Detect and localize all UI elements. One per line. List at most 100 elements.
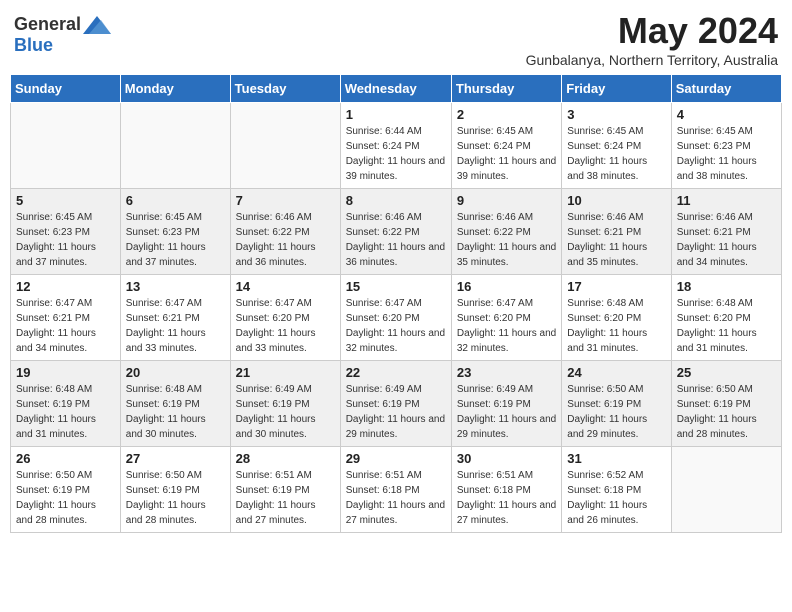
table-row: 4Sunrise: 6:45 AMSunset: 6:23 PMDaylight… — [671, 103, 781, 189]
day-info: Sunrise: 6:50 AMSunset: 6:19 PMDaylight:… — [567, 382, 665, 442]
sunset-text: Sunset: 6:19 PM — [16, 483, 115, 498]
daylight-text: Daylight: 11 hours and 29 minutes. — [567, 412, 665, 442]
header-friday: Friday — [562, 75, 671, 103]
day-number: 5 — [16, 193, 115, 208]
table-row: 8 Sunrise: 6:46 AMSunset: 6:22 PMDaylight… — [340, 189, 451, 275]
daylight-text: Daylight: 11 hours and 31 minutes. — [677, 326, 776, 356]
calendar-week-row: 12Sunrise: 6:47 AMSunset: 6:21 PMDayligh… — [11, 275, 782, 361]
sunrise-text: Sunrise: 6:49 AM — [457, 382, 556, 397]
table-row: 20Sunrise: 6:48 AMSunset: 6:19 PMDayligh… — [120, 361, 230, 447]
logo: General Blue — [14, 14, 111, 56]
table-row — [120, 103, 230, 189]
header-saturday: Saturday — [671, 75, 781, 103]
location-subtitle: Gunbalanya, Northern Territory, Australi… — [526, 52, 778, 68]
sunset-text: Sunset: 6:20 PM — [346, 311, 446, 326]
table-row: 16Sunrise: 6:47 AMSunset: 6:20 PMDayligh… — [451, 275, 561, 361]
daylight-text: Daylight: 11 hours and 31 minutes. — [567, 326, 665, 356]
logo-general-text: General — [14, 14, 81, 35]
day-number: 12 — [16, 279, 115, 294]
day-number: 19 — [16, 365, 115, 380]
sunset-text: Sunset: 6:18 PM — [457, 483, 556, 498]
day-number: 17 — [567, 279, 665, 294]
table-row: 12Sunrise: 6:47 AMSunset: 6:21 PMDayligh… — [11, 275, 121, 361]
sunset-text: Sunset: 6:19 PM — [346, 397, 446, 412]
table-row: 24Sunrise: 6:50 AMSunset: 6:19 PMDayligh… — [562, 361, 671, 447]
header-tuesday: Tuesday — [230, 75, 340, 103]
day-number: 8 — [346, 193, 446, 208]
day-number: 20 — [126, 365, 225, 380]
table-row: 23Sunrise: 6:49 AMSunset: 6:19 PMDayligh… — [451, 361, 561, 447]
day-info: Sunrise: 6:46 AMSunset: 6:22 PMDaylight:… — [236, 210, 335, 270]
sunrise-text: Sunrise: 6:51 AM — [457, 468, 556, 483]
table-row: 19Sunrise: 6:48 AMSunset: 6:19 PMDayligh… — [11, 361, 121, 447]
table-row: 3Sunrise: 6:45 AMSunset: 6:24 PMDaylight… — [562, 103, 671, 189]
daylight-text: Daylight: 11 hours and 33 minutes. — [126, 326, 225, 356]
daylight-text: Daylight: 11 hours and 36 minutes. — [236, 240, 335, 270]
sunset-text: Sunset: 6:23 PM — [16, 225, 115, 240]
daylight-text: Daylight: 11 hours and 32 minutes. — [346, 326, 446, 356]
table-row: 25Sunrise: 6:50 AMSunset: 6:19 PMDayligh… — [671, 361, 781, 447]
daylight-text: Daylight: 11 hours and 29 minutes. — [346, 412, 446, 442]
sunrise-text: Sunrise: 6:45 AM — [457, 124, 556, 139]
sunset-text: Sunset: 6:21 PM — [16, 311, 115, 326]
table-row: 13Sunrise: 6:47 AMSunset: 6:21 PMDayligh… — [120, 275, 230, 361]
logo-icon — [83, 16, 111, 34]
day-info: Sunrise: 6:47 AMSunset: 6:20 PMDaylight:… — [457, 296, 556, 356]
table-row: 14Sunrise: 6:47 AMSunset: 6:20 PMDayligh… — [230, 275, 340, 361]
header-monday: Monday — [120, 75, 230, 103]
table-row — [11, 103, 121, 189]
daylight-text: Daylight: 11 hours and 27 minutes. — [346, 498, 446, 528]
day-info: Sunrise: 6:46 AMSunset: 6:21 PMDaylight:… — [677, 210, 776, 270]
sunrise-text: Sunrise: 6:48 AM — [567, 296, 665, 311]
table-row: 29Sunrise: 6:51 AMSunset: 6:18 PMDayligh… — [340, 447, 451, 533]
day-info: Sunrise: 6:45 AMSunset: 6:23 PMDaylight:… — [126, 210, 225, 270]
sunset-text: Sunset: 6:19 PM — [677, 397, 776, 412]
table-row: 31Sunrise: 6:52 AMSunset: 6:18 PMDayligh… — [562, 447, 671, 533]
daylight-text: Daylight: 11 hours and 28 minutes. — [677, 412, 776, 442]
day-number: 4 — [677, 107, 776, 122]
header-wednesday: Wednesday — [340, 75, 451, 103]
day-info: Sunrise: 6:49 AMSunset: 6:19 PMDaylight:… — [346, 382, 446, 442]
calendar-table: Sunday Monday Tuesday Wednesday Thursday… — [10, 74, 782, 533]
day-info: Sunrise: 6:50 AMSunset: 6:19 PMDaylight:… — [126, 468, 225, 528]
title-area: May 2024 Gunbalanya, Northern Territory,… — [526, 10, 778, 68]
table-row: 17Sunrise: 6:48 AMSunset: 6:20 PMDayligh… — [562, 275, 671, 361]
daylight-text: Daylight: 11 hours and 37 minutes. — [126, 240, 225, 270]
daylight-text: Daylight: 11 hours and 26 minutes. — [567, 498, 665, 528]
sunrise-text: Sunrise: 6:50 AM — [126, 468, 225, 483]
day-info: Sunrise: 6:51 AMSunset: 6:19 PMDaylight:… — [236, 468, 335, 528]
daylight-text: Daylight: 11 hours and 35 minutes. — [567, 240, 665, 270]
day-number: 1 — [346, 107, 446, 122]
daylight-text: Daylight: 11 hours and 39 minutes. — [457, 154, 556, 184]
day-info: Sunrise: 6:46 AMSunset: 6:22 PMDaylight:… — [346, 210, 446, 270]
sunrise-text: Sunrise: 6:48 AM — [126, 382, 225, 397]
day-number: 10 — [567, 193, 665, 208]
daylight-text: Daylight: 11 hours and 27 minutes. — [236, 498, 335, 528]
day-info: Sunrise: 6:48 AMSunset: 6:20 PMDaylight:… — [677, 296, 776, 356]
day-info: Sunrise: 6:45 AMSunset: 6:24 PMDaylight:… — [567, 124, 665, 184]
table-row — [230, 103, 340, 189]
day-info: Sunrise: 6:46 AMSunset: 6:21 PMDaylight:… — [567, 210, 665, 270]
sunrise-text: Sunrise: 6:45 AM — [16, 210, 115, 225]
sunset-text: Sunset: 6:21 PM — [567, 225, 665, 240]
sunrise-text: Sunrise: 6:49 AM — [236, 382, 335, 397]
daylight-text: Daylight: 11 hours and 38 minutes. — [567, 154, 665, 184]
table-row: 28Sunrise: 6:51 AMSunset: 6:19 PMDayligh… — [230, 447, 340, 533]
day-number: 6 — [126, 193, 225, 208]
table-row: 10 Sunrise: 6:46 AMSunset: 6:21 PMDayligh… — [562, 189, 671, 275]
daylight-text: Daylight: 11 hours and 33 minutes. — [236, 326, 335, 356]
sunset-text: Sunset: 6:21 PM — [677, 225, 776, 240]
day-number: 7 — [236, 193, 335, 208]
sunset-text: Sunset: 6:19 PM — [236, 483, 335, 498]
sunset-text: Sunset: 6:20 PM — [236, 311, 335, 326]
calendar-week-row: 5Sunrise: 6:45 AMSunset: 6:23 PMDaylight… — [11, 189, 782, 275]
daylight-text: Daylight: 11 hours and 28 minutes. — [16, 498, 115, 528]
sunset-text: Sunset: 6:18 PM — [567, 483, 665, 498]
sunrise-text: Sunrise: 6:48 AM — [677, 296, 776, 311]
sunrise-text: Sunrise: 6:46 AM — [567, 210, 665, 225]
daylight-text: Daylight: 11 hours and 28 minutes. — [126, 498, 225, 528]
day-number: 31 — [567, 451, 665, 466]
day-number: 2 — [457, 107, 556, 122]
day-info: Sunrise: 6:47 AMSunset: 6:20 PMDaylight:… — [346, 296, 446, 356]
sunrise-text: Sunrise: 6:46 AM — [457, 210, 556, 225]
